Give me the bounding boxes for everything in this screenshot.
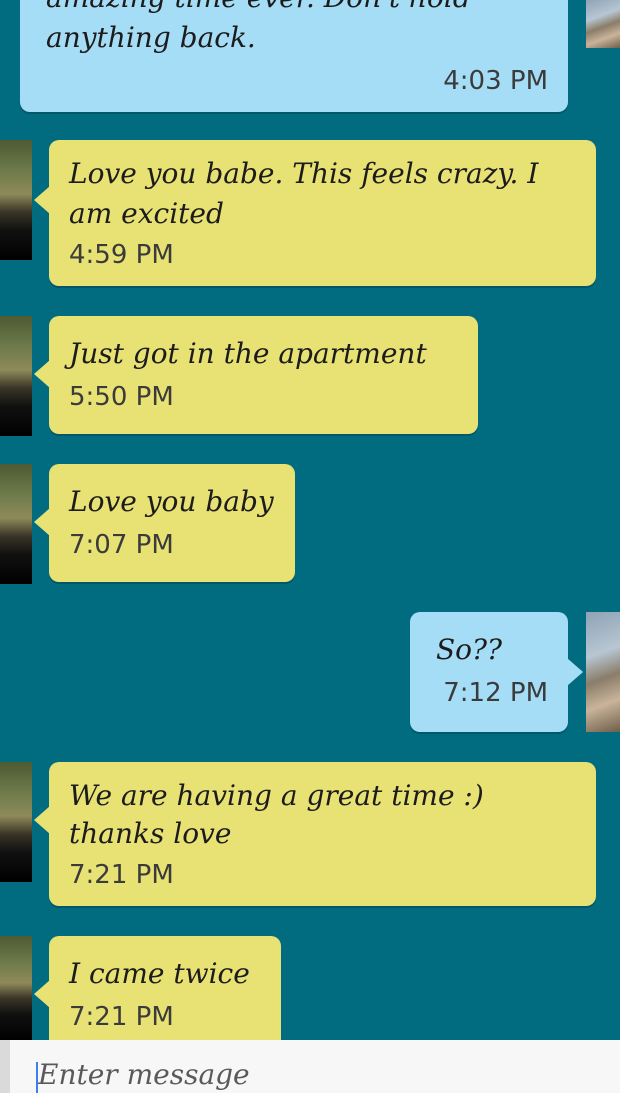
message-text: anything back. <box>46 21 256 54</box>
message-text-line1: Love you babe. This feels crazy. I <box>69 157 539 190</box>
message-bubble-incoming[interactable]: We are having a great time :) thanks lov… <box>49 762 596 906</box>
message-bubble-incoming[interactable]: Just got in the apartment 5:50 PM <box>49 316 478 434</box>
bubble-tail <box>34 508 50 536</box>
contact-avatar[interactable] <box>0 464 32 584</box>
my-avatar[interactable] <box>586 0 620 48</box>
message-text: So?? <box>436 633 503 666</box>
contact-avatar[interactable] <box>0 936 32 1040</box>
message-bubble-incoming[interactable]: I came twice 7:21 PM <box>49 936 281 1056</box>
message-bubble-outgoing[interactable]: amazing time ever. Don't hold anything b… <box>20 0 568 112</box>
message-composer <box>0 1040 620 1093</box>
contact-avatar[interactable] <box>0 316 32 436</box>
contact-avatar[interactable] <box>0 140 32 260</box>
message-timestamp: 7:21 PM <box>69 860 174 890</box>
message-text: I came twice <box>69 957 250 990</box>
message-timestamp: 7:07 PM <box>69 530 174 560</box>
message-text-partial: amazing time ever. Don't hold <box>46 0 471 18</box>
message-text: Love you baby <box>69 485 274 518</box>
message-bubble-incoming[interactable]: Love you baby 7:07 PM <box>49 464 295 582</box>
bubble-tail <box>34 186 50 214</box>
my-avatar[interactable] <box>586 612 620 732</box>
message-timestamp: 4:03 PM <box>443 66 548 96</box>
message-timestamp: 4:59 PM <box>69 240 174 270</box>
composer-edge <box>0 1040 10 1093</box>
message-bubble-outgoing[interactable]: So?? 7:12 PM <box>410 612 568 732</box>
message-input[interactable] <box>38 1056 598 1093</box>
message-text-line1: We are having a great time :) <box>69 779 484 812</box>
bubble-tail <box>34 806 50 834</box>
message-text-line2: thanks love <box>69 817 232 850</box>
message-timestamp: 5:50 PM <box>69 382 174 412</box>
bubble-tail <box>34 980 50 1008</box>
bubble-tail <box>34 360 50 388</box>
message-text: Just got in the apartment <box>69 337 427 370</box>
message-bubble-incoming[interactable]: Love you babe. This feels crazy. I am ex… <box>49 140 596 286</box>
message-timestamp: 7:21 PM <box>69 1002 174 1032</box>
message-timestamp: 7:12 PM <box>443 678 548 708</box>
contact-avatar[interactable] <box>0 762 32 882</box>
bubble-tail <box>567 658 583 686</box>
message-text-line2: am excited <box>69 197 224 230</box>
